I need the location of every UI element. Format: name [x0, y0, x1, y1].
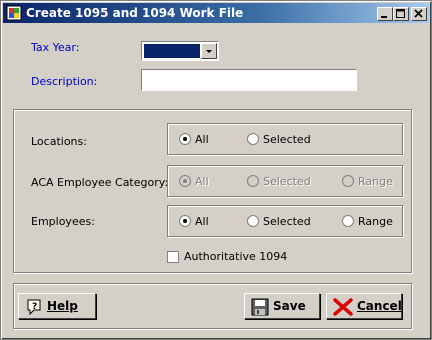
aca-range-label: Range [358, 175, 393, 188]
chevron-down-icon [206, 50, 212, 53]
employees-selected-label: Selected [263, 215, 311, 228]
description-label: Description: [31, 75, 98, 88]
minimize-icon [381, 16, 387, 18]
locations-all-radio[interactable] [179, 133, 191, 145]
app-icon [6, 5, 22, 21]
close-button[interactable] [411, 7, 427, 21]
authoritative-1094-checkbox[interactable] [167, 251, 179, 263]
aca-selected-radio[interactable] [247, 175, 259, 187]
aca-selected-label: Selected [263, 175, 311, 188]
save-button[interactable]: Save [244, 293, 320, 319]
locations-selected-radio[interactable] [247, 133, 259, 145]
employees-selected-radio[interactable] [247, 215, 259, 227]
floppy-disk-icon [251, 298, 269, 316]
help-button[interactable]: ? Help [18, 293, 96, 319]
authoritative-1094-label: Authoritative 1094 [184, 250, 288, 263]
aca-category-label: ACA Employee Category: [31, 176, 169, 189]
help-icon: ? [27, 299, 41, 316]
maximize-icon [396, 9, 405, 18]
cancel-button[interactable]: Cancel [326, 293, 402, 319]
help-button-label: Help [47, 299, 78, 313]
save-button-label: Save [273, 299, 306, 313]
window-title: Create 1095 and 1094 Work File [26, 6, 244, 20]
employees-range-radio[interactable] [342, 215, 354, 227]
employees-range-label: Range [358, 215, 393, 228]
aca-range-radio[interactable] [342, 175, 354, 187]
aca-all-radio[interactable] [179, 175, 191, 187]
title-bar[interactable]: Create 1095 and 1094 Work File [3, 3, 429, 23]
employees-label: Employees: [31, 215, 95, 228]
tax-year-select[interactable] [141, 41, 219, 61]
cancel-button-label: Cancel [357, 299, 402, 313]
maximize-button[interactable] [393, 7, 409, 21]
dialog-window: Create 1095 and 1094 Work File Tax Year:… [0, 0, 432, 340]
locations-label: Locations: [31, 135, 87, 148]
locations-selected-label: Selected [263, 133, 311, 146]
employees-all-label: All [195, 215, 209, 228]
employees-all-radio[interactable] [179, 215, 191, 227]
aca-all-label: All [195, 175, 209, 188]
tax-year-label: Tax Year: [31, 41, 80, 54]
svg-text:?: ? [32, 302, 37, 312]
locations-all-label: All [195, 133, 209, 146]
tax-year-selected-value [144, 44, 200, 58]
minimize-button[interactable] [377, 7, 393, 21]
dropdown-button[interactable] [201, 43, 217, 59]
close-icon [414, 9, 423, 18]
red-x-icon [333, 298, 353, 316]
description-input[interactable] [141, 69, 357, 91]
